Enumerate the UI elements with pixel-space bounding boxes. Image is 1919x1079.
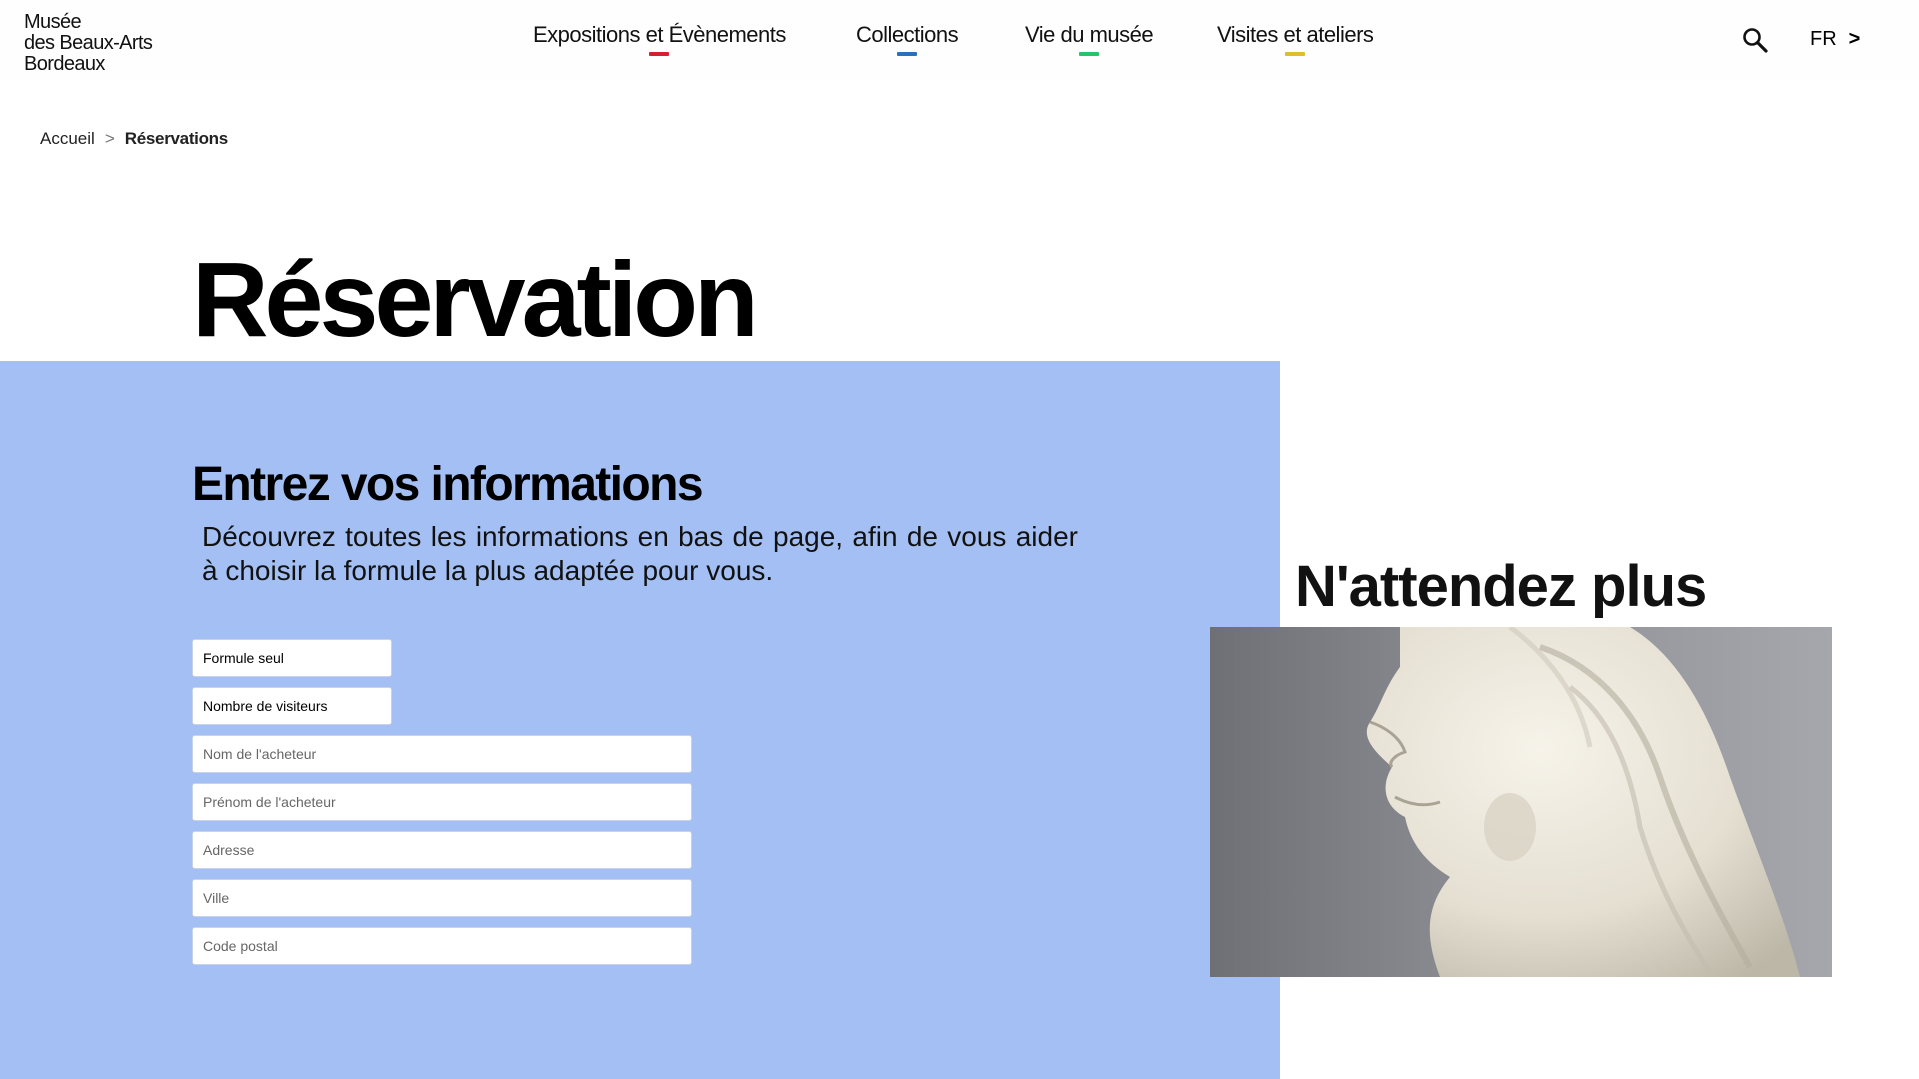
nav-accent-bar bbox=[1079, 52, 1100, 56]
form-title: Entrez vos informations bbox=[192, 458, 704, 511]
buyer-first-name-field[interactable] bbox=[192, 783, 692, 821]
nav-collections[interactable]: Collections bbox=[856, 22, 959, 56]
nav-accent-bar bbox=[649, 52, 670, 56]
nav-expositions[interactable]: Expositions et Évènements bbox=[533, 22, 786, 56]
nav-label: Vie du musée bbox=[1025, 22, 1154, 47]
page-title: Réservation bbox=[192, 241, 759, 359]
search-button[interactable] bbox=[1741, 26, 1771, 56]
breadcrumb: Accueil > Réservations bbox=[40, 129, 228, 149]
chevron-right-icon: > bbox=[1848, 28, 1861, 50]
nav-label: Visites et ateliers bbox=[1217, 22, 1374, 47]
visitor-count-select[interactable] bbox=[192, 687, 392, 725]
nav-label: Collections bbox=[856, 22, 959, 47]
sculpture-image bbox=[1210, 627, 1832, 977]
form-description: Découvrez toutes les informations en bas… bbox=[202, 521, 1078, 586]
breadcrumb-separator: > bbox=[104, 129, 115, 148]
site-header: Musée des Beaux-Arts Bordeaux Exposition… bbox=[0, 0, 1919, 80]
search-icon bbox=[1743, 28, 1768, 53]
address-field[interactable] bbox=[192, 831, 692, 869]
postal-code-field[interactable] bbox=[192, 927, 692, 965]
main-nav: Expositions et Évènements Collections Vi… bbox=[0, 22, 1919, 62]
nav-accent-bar bbox=[1285, 52, 1306, 56]
nav-label: Expositions et Évènements bbox=[533, 22, 786, 47]
nav-visites-ateliers[interactable]: Visites et ateliers bbox=[1217, 22, 1374, 56]
nav-accent-bar bbox=[897, 52, 918, 56]
formula-select[interactable] bbox=[192, 639, 392, 677]
nav-vie-du-musee[interactable]: Vie du musée bbox=[1025, 22, 1154, 56]
breadcrumb-home-link[interactable]: Accueil bbox=[40, 129, 95, 148]
city-field[interactable] bbox=[192, 879, 692, 917]
side-title: N'attendez plus bbox=[1295, 554, 1707, 619]
language-switcher[interactable]: FR > bbox=[1810, 28, 1860, 51]
marble-bust-illustration bbox=[1210, 627, 1832, 977]
language-code: FR bbox=[1810, 28, 1837, 50]
buyer-last-name-field[interactable] bbox=[192, 735, 692, 773]
breadcrumb-current: Réservations bbox=[124, 129, 228, 148]
